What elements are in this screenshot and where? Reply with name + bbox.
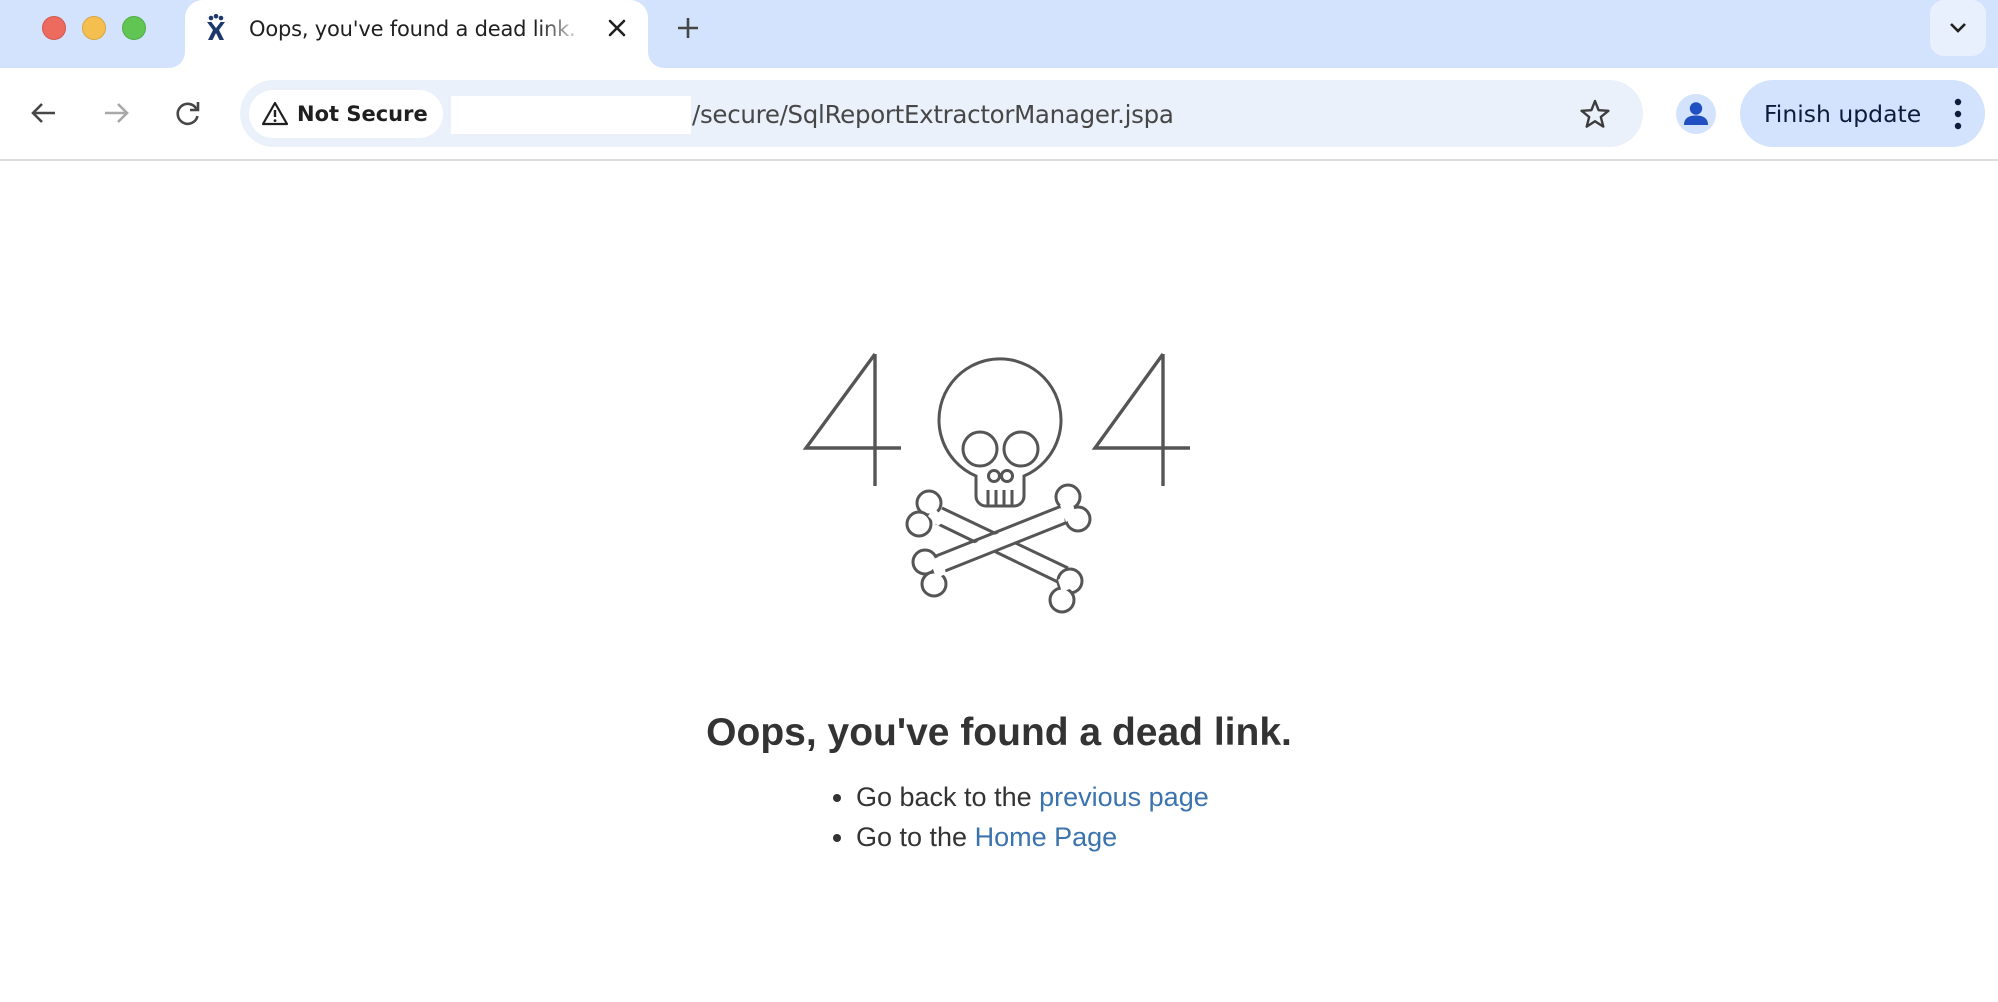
vertical-dots-icon[interactable] (1953, 98, 1963, 130)
active-tab[interactable]: Oops, you've found a dead link. (185, 0, 648, 68)
error-404-graphic (802, 352, 1190, 614)
skull-eye-left (961, 430, 999, 468)
tab-search-button[interactable] (1930, 0, 1986, 56)
forward-button[interactable] (96, 93, 136, 133)
plus-icon (678, 18, 698, 38)
list-item: Go to the Home Page (856, 817, 1209, 857)
finish-update-button[interactable]: Finish update (1740, 80, 1985, 147)
browser-toolbar: Not Secure /secure/SqlReportExtractorMan… (0, 68, 1998, 161)
finish-update-label: Finish update (1764, 99, 1922, 128)
star-icon (1580, 99, 1610, 128)
skull-nostril-right (1000, 469, 1014, 483)
window-close-button[interactable] (42, 16, 66, 40)
reload-icon (176, 102, 200, 126)
new-tab-button[interactable] (670, 10, 706, 46)
reload-button[interactable] (168, 93, 208, 133)
profile-button[interactable] (1676, 94, 1716, 134)
list-item-text: Go to the (856, 822, 975, 852)
list-item: Go back to the previous page (856, 777, 1209, 817)
page-content: Oops, you've found a dead link. Go back … (0, 161, 1998, 1002)
help-links-list: Go back to the previous page Go to the H… (856, 777, 1209, 857)
chevron-down-icon (1950, 23, 1966, 33)
list-item-text: Go back to the (856, 782, 1040, 812)
person-icon (1684, 102, 1708, 125)
window-minimize-button[interactable] (82, 16, 106, 40)
page-title: Oops, you've found a dead link. (706, 711, 1292, 754)
security-chip-label: Not Secure (297, 102, 428, 126)
atlassian-jira-icon (207, 13, 225, 40)
home-page-link[interactable]: Home Page (975, 822, 1118, 852)
close-icon (608, 19, 626, 37)
security-chip[interactable]: Not Secure (249, 90, 443, 138)
window-zoom-button[interactable] (122, 16, 146, 40)
digit-four-right (1091, 353, 1190, 486)
digit-four-left (802, 352, 901, 486)
arrow-right-icon (105, 103, 129, 123)
tab-strip: Oops, you've found a dead link. (0, 0, 1998, 68)
address-bar[interactable]: Not Secure /secure/SqlReportExtractorMan… (240, 80, 1643, 147)
tab-close-button[interactable] (603, 14, 631, 42)
url-path[interactable]: /secure/SqlReportExtractorManager.jspa (692, 96, 1174, 134)
previous-page-link[interactable]: previous page (1039, 782, 1209, 812)
bookmark-button[interactable] (1575, 94, 1615, 134)
url-host-redacted (451, 96, 691, 134)
skull-eye-right (1002, 430, 1040, 468)
arrow-left-icon (31, 103, 55, 123)
back-button[interactable] (24, 93, 64, 133)
skull-crossbones-icon (905, 357, 1092, 614)
warning-triangle-icon (261, 101, 289, 126)
skull-cranium (937, 357, 1063, 508)
skull-nostril-left (987, 469, 1001, 483)
tab-title: Oops, you've found a dead link. (249, 17, 576, 41)
